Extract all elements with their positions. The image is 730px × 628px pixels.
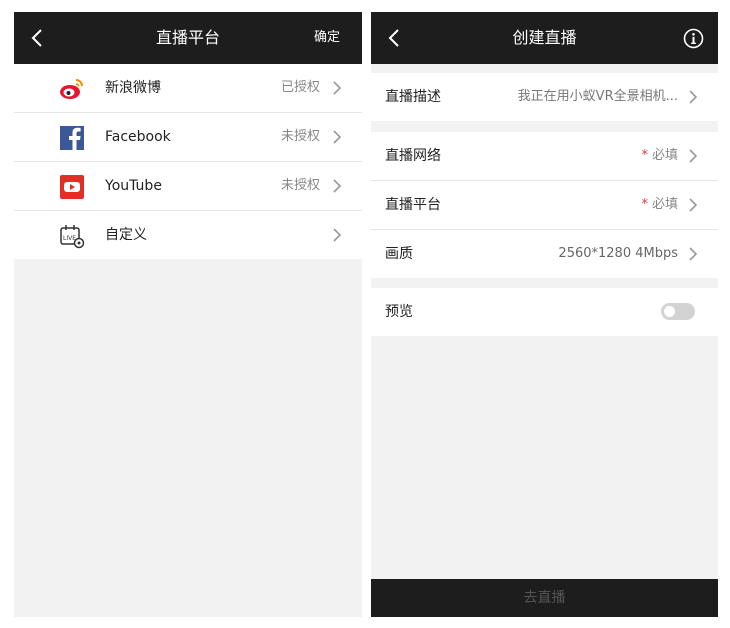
chevron-right-icon (333, 81, 342, 95)
chevron-right-icon (689, 198, 698, 212)
row-label: 画质 (385, 246, 413, 262)
preview-toggle[interactable] (661, 303, 695, 320)
row-label: 预览 (385, 304, 413, 320)
row-label: 直播平台 (385, 197, 441, 213)
chevron-right-icon (689, 149, 698, 163)
facebook-icon (60, 126, 84, 150)
video-quality-row[interactable]: 画质 2560*1280 4Mbps (371, 230, 718, 278)
weibo-icon (60, 79, 83, 99)
row-label: 直播网络 (385, 148, 441, 164)
live-description-row[interactable]: 直播描述 我正在用小蚁VR全景相机... (371, 73, 718, 121)
quality-value: 2560*1280 4Mbps (558, 246, 678, 261)
auth-status: 已授权 (280, 80, 320, 95)
chevron-right-icon (333, 179, 342, 193)
required-mark: * (641, 197, 648, 212)
auth-status: 未授权 (280, 129, 320, 144)
live-custom-icon: LIVE (60, 225, 85, 249)
required-mark: * (641, 148, 648, 163)
platform-label: 新浪微博 (105, 80, 161, 96)
youtube-icon (60, 175, 84, 199)
platform-item-custom[interactable]: LIVE 自定义 (14, 211, 362, 259)
row-label: 直播描述 (385, 89, 441, 105)
info-icon[interactable] (683, 28, 704, 49)
chevron-right-icon (689, 90, 698, 104)
platform-item-youtube[interactable]: YouTube 未授权 (14, 162, 362, 210)
live-network-row[interactable]: 直播网络 * 必填 (371, 132, 718, 180)
required-value: * 必填 (641, 197, 678, 212)
preview-row: 预览 (371, 288, 718, 336)
chevron-right-icon (333, 130, 342, 144)
top-bar: 直播平台 确定 (14, 12, 362, 64)
description-value: 我正在用小蚁VR全景相机... (517, 89, 678, 104)
page-title: 创建直播 (512, 28, 577, 47)
top-bar: 创建直播 (371, 12, 718, 64)
platform-item-facebook[interactable]: Facebook 未授权 (14, 113, 362, 161)
toggle-knob (664, 306, 675, 317)
platform-label: YouTube (105, 178, 162, 194)
auth-status: 未授权 (280, 178, 320, 193)
page-title: 直播平台 (155, 28, 220, 47)
platform-item-weibo[interactable]: 新浪微博 已授权 (14, 64, 362, 112)
required-value: * 必填 (641, 148, 678, 163)
chevron-right-icon (333, 228, 342, 242)
go-live-button[interactable]: 去直播 (371, 579, 718, 617)
confirm-button[interactable]: 确定 (314, 12, 340, 64)
live-platform-row[interactable]: 直播平台 * 必填 (371, 181, 718, 229)
create-live-screen: 创建直播 直播描述 我正在用小蚁VR全景相机... 直播网络 * 必填 直播平台 … (371, 12, 718, 617)
platform-label: 自定义 (105, 227, 147, 243)
chevron-right-icon (689, 247, 698, 261)
platform-select-screen: 直播平台 确定 新浪微博 已授权 Facebook 未授权 YouTube 未授… (14, 12, 362, 617)
platform-label: Facebook (105, 129, 171, 145)
